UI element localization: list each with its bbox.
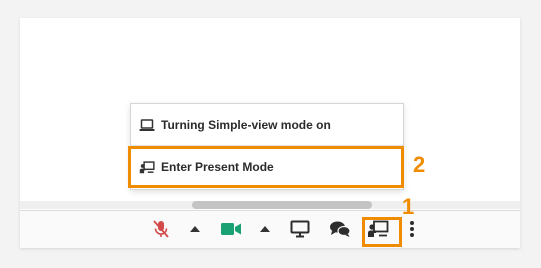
caret-up-icon (190, 226, 200, 232)
laptop-icon (139, 118, 155, 131)
audio-options-button[interactable] (182, 216, 208, 242)
highlight-box-1 (362, 217, 402, 247)
annotation-number-1: 1 (402, 194, 415, 219)
annotation-number-2: 2 (413, 152, 426, 177)
screen-share-button[interactable] (287, 216, 313, 242)
scrollbar-thumb[interactable] (192, 201, 372, 209)
video-camera-icon (221, 223, 241, 235)
chat-button[interactable] (327, 216, 353, 242)
camera-button[interactable] (218, 216, 244, 242)
mute-microphone-button[interactable] (148, 216, 174, 242)
simple-view-mode-item[interactable]: Turning Simple-view mode on (131, 105, 403, 145)
video-options-button[interactable] (252, 216, 278, 242)
chat-bubbles-icon (330, 221, 351, 237)
caret-up-icon (260, 226, 270, 232)
monitor-icon (290, 220, 310, 238)
meeting-toolbar (20, 211, 520, 248)
more-vertical-icon (410, 221, 414, 237)
mic-off-icon (153, 220, 169, 238)
menu-item-label: Turning Simple-view mode on (161, 118, 331, 132)
highlight-box-2 (128, 146, 404, 188)
horizontal-scrollbar[interactable] (20, 201, 520, 209)
